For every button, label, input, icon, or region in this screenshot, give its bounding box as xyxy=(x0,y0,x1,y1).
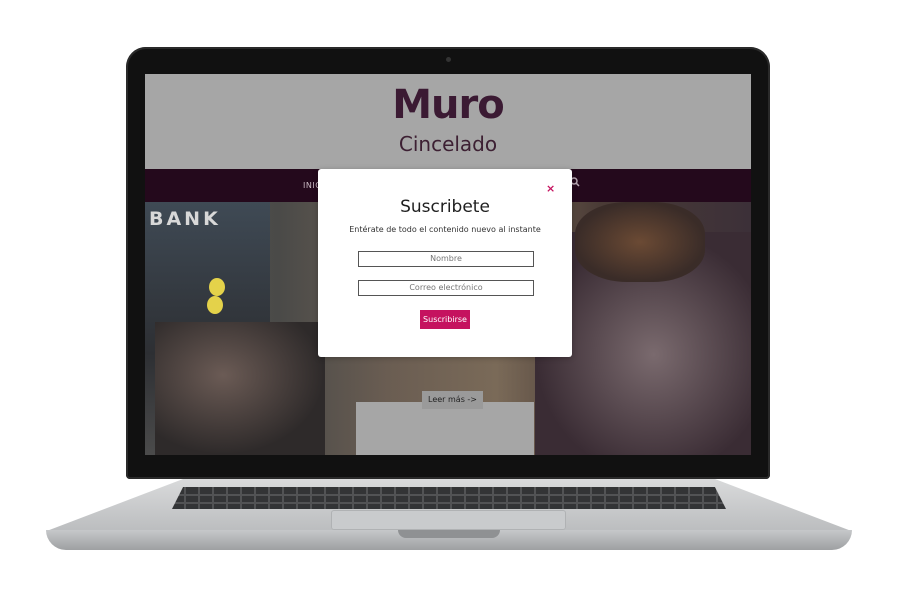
balloon xyxy=(207,296,223,314)
site-logo-subtitle: Cincelado xyxy=(398,132,498,156)
laptop-trackpad xyxy=(331,510,566,530)
read-more-button[interactable]: Leer más -> xyxy=(422,391,483,409)
laptop-keyboard xyxy=(172,487,726,509)
balloon xyxy=(209,278,225,296)
email-field[interactable] xyxy=(358,280,534,296)
close-icon[interactable]: × xyxy=(546,182,555,195)
site-header: Muro Cincelado xyxy=(145,74,751,169)
laptop-screen: Muro Cincelado INICIO BANK Camilo Gonzál… xyxy=(145,74,751,455)
laptop-notch xyxy=(398,530,500,538)
hero-crowd-left xyxy=(155,322,325,455)
hero-bank-sign: BANK xyxy=(149,208,221,230)
modal-subtitle: Entérate de todo el contenido nuevo al i… xyxy=(349,225,541,234)
subscribe-modal: × Suscribete Entérate de todo el conteni… xyxy=(318,169,572,357)
article-card xyxy=(356,402,534,455)
modal-title: Suscribete xyxy=(400,197,490,217)
site-logo[interactable]: Muro xyxy=(145,82,751,128)
camera xyxy=(446,57,451,62)
name-field[interactable] xyxy=(358,251,534,267)
subscribe-button[interactable]: Suscribirse xyxy=(420,310,470,329)
laptop-lid: Muro Cincelado INICIO BANK Camilo Gonzál… xyxy=(126,47,770,479)
hero-figure xyxy=(575,202,705,282)
